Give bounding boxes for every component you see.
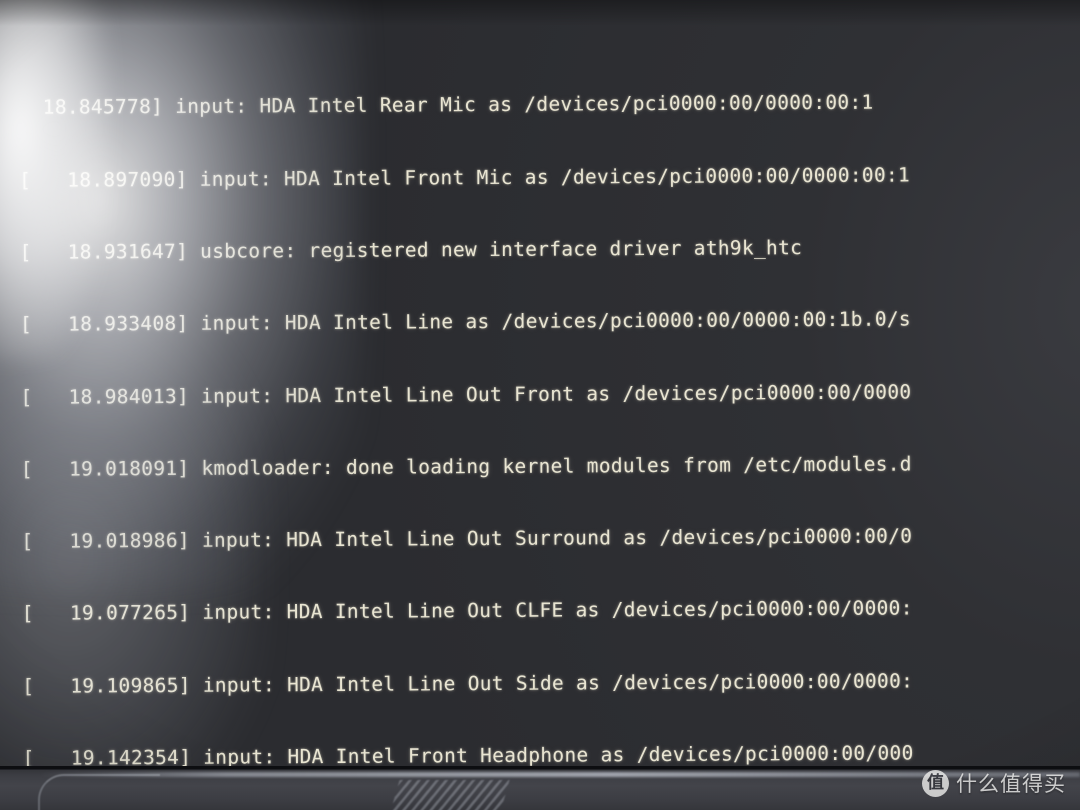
kernel-log-line: [ 18.931647] usbcore: registered new int… <box>19 236 803 264</box>
kernel-log-line: [ 18.897090] input: HDA Intel Front Mic … <box>19 163 911 192</box>
screenshot-root: 18.845778] input: HDA Intel Rear Mic as … <box>0 0 1080 810</box>
bezel-reflection <box>390 780 510 810</box>
kernel-log-line: [ 18.984013] input: HDA Intel Line Out F… <box>20 379 912 409</box>
bezel-corner-edge <box>38 774 160 810</box>
console-screen: 18.845778] input: HDA Intel Rear Mic as … <box>0 0 1080 766</box>
kernel-log-line: [ 18.933408] input: HDA Intel Line as /d… <box>19 307 912 337</box>
kernel-log-line: [ 19.142354] input: HDA Intel Front Head… <box>22 741 914 766</box>
kernel-log-line: 18.845778] input: HDA Intel Rear Mic as … <box>18 91 874 120</box>
console-text-area[interactable]: 18.845778] input: HDA Intel Rear Mic as … <box>0 0 1080 766</box>
kernel-log-line: [ 19.109865] input: HDA Intel Line Out S… <box>22 669 914 698</box>
bezel-highlight <box>40 772 1080 777</box>
kernel-log-line: [ 19.077265] input: HDA Intel Line Out C… <box>21 596 913 626</box>
kernel-log-line: [ 19.018986] input: HDA Intel Line Out S… <box>21 524 913 553</box>
kernel-log-line: [ 19.018091] kmodloader: done loading ke… <box>20 452 912 481</box>
